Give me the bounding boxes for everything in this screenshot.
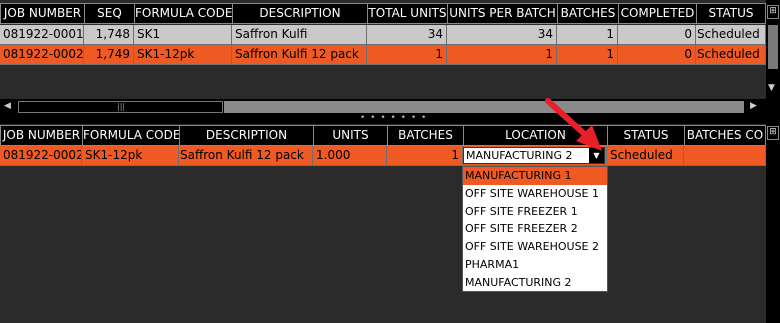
- table-row[interactable]: 081922-0001 1,748 SK1 Saffron Kulfi 34 3…: [0, 25, 766, 45]
- location-option[interactable]: OFF SITE WAREHOUSE 1: [463, 185, 607, 203]
- cell-description: Saffron Kulfi: [232, 25, 367, 45]
- column-chooser-icon[interactable]: ⊞: [767, 5, 779, 19]
- cell-total-units: 1: [367, 45, 447, 65]
- table-row[interactable]: 081922-0002 SK1-12pk Saffron Kulfi 12 pa…: [0, 146, 766, 166]
- column-chooser-icon[interactable]: ⊞: [767, 126, 779, 140]
- cell-units-per-batch: 34: [447, 25, 557, 45]
- job-detail-grid: JOB NUMBER FORMULA CODE DESCRIPTION UNIT…: [0, 124, 766, 323]
- col-header-batches[interactable]: BATCHES: [557, 3, 618, 24]
- cell-status: Scheduled: [607, 146, 684, 166]
- cell-seq: 1,748: [84, 25, 134, 45]
- table-row[interactable]: 081922-0002 1,749 SK1-12pk Saffron Kulfi…: [0, 45, 766, 65]
- cell-completed: 0: [618, 25, 696, 45]
- cell-status: Scheduled: [696, 45, 766, 65]
- cell-batches: 1: [387, 146, 463, 166]
- col-header-job-number[interactable]: JOB NUMBER: [0, 125, 82, 146]
- location-option[interactable]: MANUFACTURING 1: [463, 167, 607, 185]
- location-option[interactable]: OFF SITE FREEZER 2: [463, 220, 607, 238]
- cell-batches: 1: [557, 25, 618, 45]
- col-header-description[interactable]: DESCRIPTION: [179, 125, 313, 146]
- cell-job-number: 081922-0002: [0, 146, 82, 166]
- col-header-units-per-batch[interactable]: UNITS PER BATCH: [447, 3, 557, 24]
- jobs-grid: JOB NUMBER SEQ FORMULA CODE DESCRIPTION …: [0, 0, 766, 99]
- col-header-job-number[interactable]: JOB NUMBER: [0, 3, 84, 24]
- grip-icon: |||: [117, 102, 126, 111]
- col-header-status[interactable]: STATUS: [607, 125, 684, 146]
- scroll-thumb[interactable]: [768, 25, 778, 69]
- col-header-seq[interactable]: SEQ: [84, 3, 134, 24]
- col-header-description[interactable]: DESCRIPTION: [232, 3, 367, 24]
- col-header-status[interactable]: STATUS: [696, 3, 766, 24]
- cell-batches-completed: [684, 146, 766, 166]
- scroll-left-icon[interactable]: ◀: [4, 101, 11, 111]
- cell-seq: 1,749: [84, 45, 134, 65]
- cell-status: Scheduled: [696, 25, 766, 45]
- location-option[interactable]: OFF SITE FREEZER 1: [463, 203, 607, 221]
- cell-formula-code: SK1-12pk: [82, 146, 179, 166]
- scroll-thumb[interactable]: |||: [18, 101, 223, 113]
- jobs-grid-header: JOB NUMBER SEQ FORMULA CODE DESCRIPTION …: [0, 3, 766, 24]
- col-header-completed[interactable]: COMPLETED: [618, 3, 696, 24]
- scroll-track[interactable]: [224, 101, 744, 113]
- col-header-batches[interactable]: BATCHES: [387, 125, 463, 146]
- col-header-formula-code[interactable]: FORMULA CODE: [134, 3, 232, 24]
- splitter-grip-icon: • • • • • • •: [360, 113, 428, 123]
- cell-units-per-batch: 1: [447, 45, 557, 65]
- cell-job-number: 081922-0002: [0, 45, 84, 65]
- col-header-units[interactable]: UNITS: [313, 125, 387, 146]
- cell-completed: 0: [618, 45, 696, 65]
- vertical-scrollbar[interactable]: ⊞ ▼: [766, 3, 780, 98]
- col-header-formula-code[interactable]: FORMULA CODE: [82, 125, 179, 146]
- cell-description: Saffron Kulfi 12 pack: [232, 45, 367, 65]
- scroll-down-icon[interactable]: ▼: [768, 83, 775, 93]
- cell-formula-code: SK1: [134, 25, 232, 45]
- col-header-batches-completed[interactable]: BATCHES CO: [684, 125, 766, 146]
- vertical-scrollbar[interactable]: ⊞: [766, 124, 780, 323]
- col-header-total-units[interactable]: TOTAL UNITS: [367, 3, 447, 24]
- pane-splitter[interactable]: • • • • • • •: [0, 113, 780, 123]
- cell-formula-code: SK1-12pk: [134, 45, 232, 65]
- location-option[interactable]: MANUFACTURING 2: [463, 274, 607, 291]
- cell-total-units: 34: [367, 25, 447, 45]
- cell-batches: 1: [557, 45, 618, 65]
- scroll-right-icon[interactable]: ▶: [750, 101, 757, 111]
- cell-units: 1.000: [313, 146, 387, 166]
- location-option[interactable]: OFF SITE WAREHOUSE 2: [463, 238, 607, 256]
- cell-job-number: 081922-0001: [0, 25, 84, 45]
- detail-grid-header: JOB NUMBER FORMULA CODE DESCRIPTION UNIT…: [0, 125, 766, 146]
- cell-description: Saffron Kulfi 12 pack: [179, 146, 313, 166]
- annotation-arrow: [545, 98, 602, 151]
- location-dropdown-list: MANUFACTURING 1 OFF SITE WAREHOUSE 1 OFF…: [462, 166, 608, 292]
- location-option[interactable]: PHARMA1: [463, 256, 607, 274]
